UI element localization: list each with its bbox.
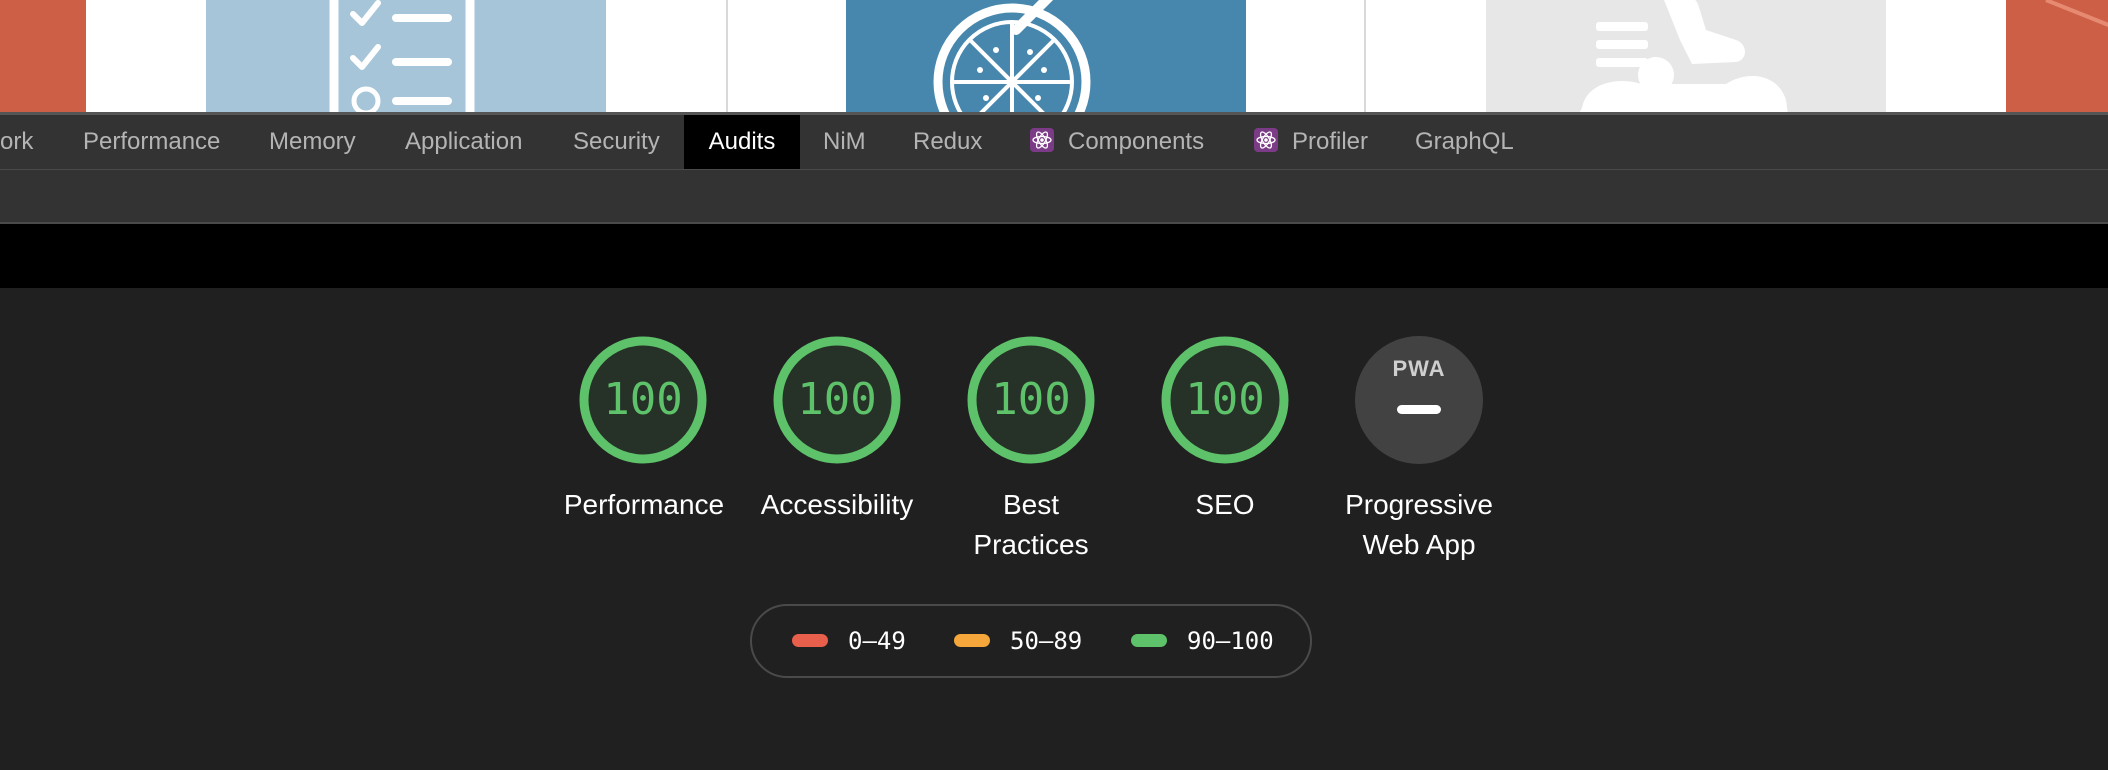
react-icon bbox=[1254, 127, 1278, 152]
pizza-tile bbox=[846, 0, 1246, 115]
legend-item-pass: 90–100 bbox=[1131, 606, 1274, 676]
react-icon bbox=[1030, 127, 1054, 152]
delivery-scooter-icon bbox=[1578, 0, 1788, 115]
tab-profiler[interactable]: Profiler bbox=[1254, 115, 1368, 169]
average-swatch bbox=[954, 633, 990, 647]
pwa-logo-icon: PWA bbox=[1392, 356, 1446, 381]
checklist-icon bbox=[329, 0, 475, 115]
tab-performance[interactable]: Performance bbox=[83, 115, 220, 169]
brand-panel-right bbox=[2006, 0, 2108, 115]
gauge-label: Accessibility bbox=[760, 489, 914, 520]
tab-security[interactable]: Security bbox=[573, 115, 660, 169]
tab-profiler-label: Profiler bbox=[1292, 128, 1369, 155]
tab-application[interactable]: Application bbox=[405, 115, 522, 169]
pwa-dash-icon bbox=[1397, 405, 1441, 414]
gauge-score: 100 bbox=[603, 374, 683, 425]
performance-gauge[interactable]: 100 bbox=[579, 336, 707, 464]
delivery-tile bbox=[1486, 0, 1886, 115]
pizza-icon bbox=[933, 0, 1091, 115]
tile-divider bbox=[1364, 0, 1366, 115]
fail-swatch bbox=[792, 633, 828, 647]
tab-audits[interactable]: Audits bbox=[684, 115, 800, 169]
decorative-stripe bbox=[2045, 0, 2108, 27]
gauge-label: Performance bbox=[563, 489, 725, 520]
legend-item-fail: 0–49 bbox=[792, 606, 906, 676]
tab-redux[interactable]: Redux bbox=[913, 115, 982, 169]
tab-components-label: Components bbox=[1068, 128, 1205, 155]
checklist-tile bbox=[206, 0, 606, 115]
web-page-viewport bbox=[0, 0, 2108, 115]
tab-nim[interactable]: NiM bbox=[823, 115, 866, 169]
accessibility-gauge[interactable]: 100 bbox=[773, 336, 901, 464]
audits-toolbar bbox=[0, 170, 2108, 224]
gauge-score: 100 bbox=[1185, 374, 1265, 425]
legend-range: 50–89 bbox=[1010, 627, 1083, 655]
brand-panel-left bbox=[0, 0, 86, 115]
pwa-gauge[interactable]: PWA bbox=[1355, 336, 1483, 464]
tile-divider bbox=[726, 0, 728, 115]
gauge-label: Progressive Web App bbox=[1345, 489, 1493, 560]
tab-network[interactable]: ork bbox=[0, 115, 33, 169]
gauge-label: Best Practices bbox=[973, 489, 1089, 560]
gauge-label: SEO bbox=[1195, 489, 1255, 520]
score-scale-legend: 0–49 50–89 90–100 bbox=[750, 604, 1312, 678]
legend-range: 0–49 bbox=[848, 627, 906, 655]
pass-swatch bbox=[1131, 633, 1167, 647]
tab-graphql[interactable]: GraphQL bbox=[1415, 115, 1514, 169]
legend-range: 90–100 bbox=[1187, 627, 1274, 655]
gauge-score: 100 bbox=[991, 374, 1071, 425]
tab-memory[interactable]: Memory bbox=[269, 115, 356, 169]
gauge-score: 100 bbox=[797, 374, 877, 425]
devtools-tab-bar: ork Performance Memory Application Secur… bbox=[0, 115, 2108, 170]
report-header-band bbox=[0, 224, 2108, 288]
tab-components[interactable]: Components bbox=[1030, 115, 1204, 169]
best-practices-gauge[interactable]: 100 bbox=[967, 336, 1095, 464]
legend-item-average: 50–89 bbox=[954, 606, 1082, 676]
seo-gauge[interactable]: 100 bbox=[1161, 336, 1289, 464]
